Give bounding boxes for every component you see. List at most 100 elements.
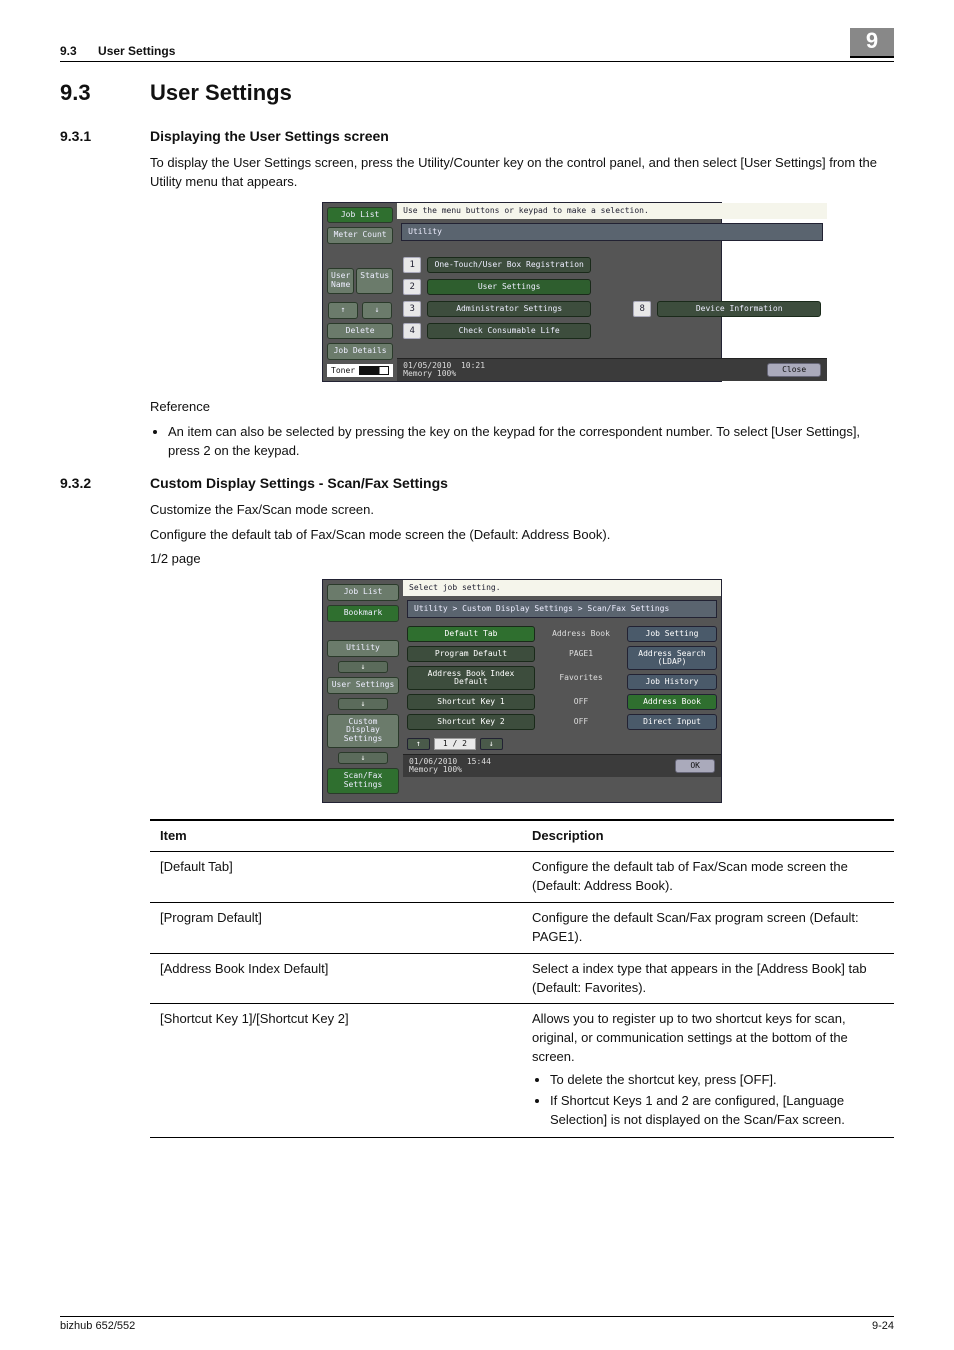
table-cell-item: [Default Tab] bbox=[150, 852, 522, 903]
table-cell-item: [Program Default] bbox=[150, 903, 522, 954]
crumb-user-settings[interactable]: User Settings bbox=[327, 677, 399, 694]
shortcut-key-1-button[interactable]: Shortcut Key 1 bbox=[407, 694, 535, 710]
shortcut-key-2-value: OFF bbox=[541, 718, 621, 726]
menu-item-device-info[interactable]: Device Information bbox=[657, 301, 821, 317]
menu-item-check-consumable[interactable]: Check Consumable Life bbox=[427, 323, 591, 339]
chevron-down-icon: ↓ bbox=[338, 661, 388, 673]
menu-num-8[interactable]: 8 bbox=[633, 301, 651, 317]
h2-num: 9.3 bbox=[60, 80, 150, 106]
panel1-memory: Memory 100% bbox=[403, 369, 456, 378]
delete-button[interactable]: Delete bbox=[327, 323, 393, 340]
table-row: [Shortcut Key 1]/[Shortcut Key 2]Allows … bbox=[150, 1004, 894, 1138]
table-bullet: To delete the shortcut key, press [OFF]. bbox=[550, 1071, 884, 1090]
utility-menu-screenshot: Job List Meter Count User Name Status ↑ … bbox=[322, 202, 722, 383]
panel2-breadcrumb: Utility > Custom Display Settings > Scan… bbox=[407, 600, 717, 618]
address-search-button[interactable]: Address Search (LDAP) bbox=[627, 646, 717, 670]
arrow-up-icon[interactable]: ↑ bbox=[328, 302, 358, 319]
page-footer: bizhub 652/552 9-24 bbox=[60, 1316, 894, 1332]
th-description: Description bbox=[522, 820, 894, 852]
table-row: [Address Book Index Default]Select a ind… bbox=[150, 953, 894, 1004]
panel2-footer-status: 01/06/2010 15:44 Memory 100% bbox=[409, 758, 491, 774]
h3-title: Displaying the User Settings screen bbox=[150, 128, 389, 144]
section-heading-9-3: 9.3User Settings bbox=[60, 80, 894, 106]
menu-item-one-touch[interactable]: One-Touch/User Box Registration bbox=[427, 257, 591, 273]
h3-2-num: 9.3.2 bbox=[60, 475, 150, 491]
addr-index-default-button[interactable]: Address Book Index Default bbox=[407, 666, 535, 690]
reference-label: Reference bbox=[150, 398, 894, 417]
scan-fax-settings-screenshot: Job List Bookmark Utility ↓ User Setting… bbox=[322, 579, 722, 802]
s2-p1: Customize the Fax/Scan mode screen. bbox=[150, 501, 894, 520]
panel2-instruction: Select job setting. bbox=[403, 580, 721, 596]
crumb-scan-fax[interactable]: Scan/Fax Settings bbox=[327, 768, 399, 794]
panel2-time: 15:44 bbox=[467, 757, 491, 766]
job-history-button[interactable]: Job History bbox=[627, 674, 717, 690]
menu-item-user-settings[interactable]: User Settings bbox=[427, 279, 591, 295]
addr-index-default-value: Favorites bbox=[541, 674, 621, 682]
page-up-icon[interactable]: ↑ bbox=[407, 738, 430, 750]
header-section-num: 9.3 bbox=[60, 44, 77, 58]
table-cell-desc: Select a index type that appears in the … bbox=[522, 953, 894, 1004]
table-row: [Program Default]Configure the default S… bbox=[150, 903, 894, 954]
chevron-down-icon: ↓ bbox=[338, 752, 388, 764]
h3-num: 9.3.1 bbox=[60, 128, 150, 144]
address-book-button[interactable]: Address Book bbox=[627, 694, 717, 710]
toner-label: Toner bbox=[331, 367, 355, 375]
table-cell-desc: Configure the default tab of Fax/Scan mo… bbox=[522, 852, 894, 903]
table-cell-item: [Shortcut Key 1]/[Shortcut Key 2] bbox=[150, 1004, 522, 1138]
crumb-utility[interactable]: Utility bbox=[327, 640, 399, 657]
close-button[interactable]: Close bbox=[767, 363, 821, 377]
panel1-title: Utility bbox=[401, 223, 823, 241]
chapter-tab: 9 bbox=[850, 28, 894, 58]
chevron-down-icon: ↓ bbox=[338, 698, 388, 710]
menu-num-4[interactable]: 4 bbox=[403, 323, 421, 339]
header-left: 9.3 User Settings bbox=[60, 44, 175, 58]
shortcut-key-2-button[interactable]: Shortcut Key 2 bbox=[407, 714, 535, 730]
toner-gauge-bar bbox=[359, 366, 389, 375]
job-list-button[interactable]: Job List bbox=[327, 207, 393, 224]
meter-count-button[interactable]: Meter Count bbox=[327, 227, 393, 244]
p2-job-list-button[interactable]: Job List bbox=[327, 584, 399, 601]
panel1-footer-status: 01/05/2010 10:21 Memory 100% bbox=[403, 362, 485, 378]
s2-p2: Configure the default tab of Fax/Scan mo… bbox=[150, 526, 894, 545]
th-item: Item bbox=[150, 820, 522, 852]
panel2-memory: Memory 100% bbox=[409, 765, 462, 774]
s2-p3: 1/2 page bbox=[150, 550, 894, 569]
table-row: [Default Tab]Configure the default tab o… bbox=[150, 852, 894, 903]
status-chip: Status bbox=[356, 268, 393, 294]
subsection-9-3-2: 9.3.2Custom Display Settings - Scan/Fax … bbox=[60, 475, 894, 491]
h3-2-title: Custom Display Settings - Scan/Fax Setti… bbox=[150, 475, 448, 491]
menu-num-1[interactable]: 1 bbox=[403, 257, 421, 273]
page-indicator: 1 / 2 bbox=[434, 738, 476, 750]
settings-description-table: Item Description [Default Tab]Configure … bbox=[150, 819, 894, 1139]
subsection-9-3-1: 9.3.1Displaying the User Settings screen bbox=[60, 128, 894, 144]
menu-item-admin-settings[interactable]: Administrator Settings bbox=[427, 301, 591, 317]
menu-num-3[interactable]: 3 bbox=[403, 301, 421, 317]
panel1-time: 10:21 bbox=[461, 361, 485, 370]
default-tab-value: Address Book bbox=[541, 630, 621, 638]
table-cell-item: [Address Book Index Default] bbox=[150, 953, 522, 1004]
crumb-custom-display[interactable]: Custom Display Settings bbox=[327, 714, 399, 748]
h2-title: User Settings bbox=[150, 80, 292, 105]
program-default-button[interactable]: Program Default bbox=[407, 646, 535, 662]
job-details-button[interactable]: Job Details bbox=[327, 343, 393, 360]
program-default-value: PAGE1 bbox=[541, 650, 621, 658]
direct-input-button[interactable]: Direct Input bbox=[627, 714, 717, 730]
footer-product: bizhub 652/552 bbox=[60, 1320, 135, 1332]
menu-num-2[interactable]: 2 bbox=[403, 279, 421, 295]
footer-page: 9-24 bbox=[872, 1320, 894, 1332]
s1-para: To display the User Settings screen, pre… bbox=[150, 154, 894, 192]
panel1-sidebar: Job List Meter Count User Name Status ↑ … bbox=[323, 203, 397, 382]
default-tab-button[interactable]: Default Tab bbox=[407, 626, 535, 642]
arrow-down-icon[interactable]: ↓ bbox=[362, 302, 392, 319]
job-setting-button[interactable]: Job Setting bbox=[627, 626, 717, 642]
running-header: 9.3 User Settings 9 bbox=[60, 28, 894, 62]
bookmark-button[interactable]: Bookmark bbox=[327, 605, 399, 622]
user-name-chip: User Name bbox=[327, 268, 354, 294]
table-cell-desc: Allows you to register up to two shortcu… bbox=[522, 1004, 894, 1138]
page-down-icon[interactable]: ↓ bbox=[480, 738, 503, 750]
header-section-title: User Settings bbox=[98, 44, 175, 58]
ok-button[interactable]: OK bbox=[675, 759, 715, 773]
reference-bullet: An item can also be selected by pressing… bbox=[168, 423, 894, 461]
shortcut-key-1-value: OFF bbox=[541, 698, 621, 706]
panel2-sidebar: Job List Bookmark Utility ↓ User Setting… bbox=[323, 580, 403, 801]
